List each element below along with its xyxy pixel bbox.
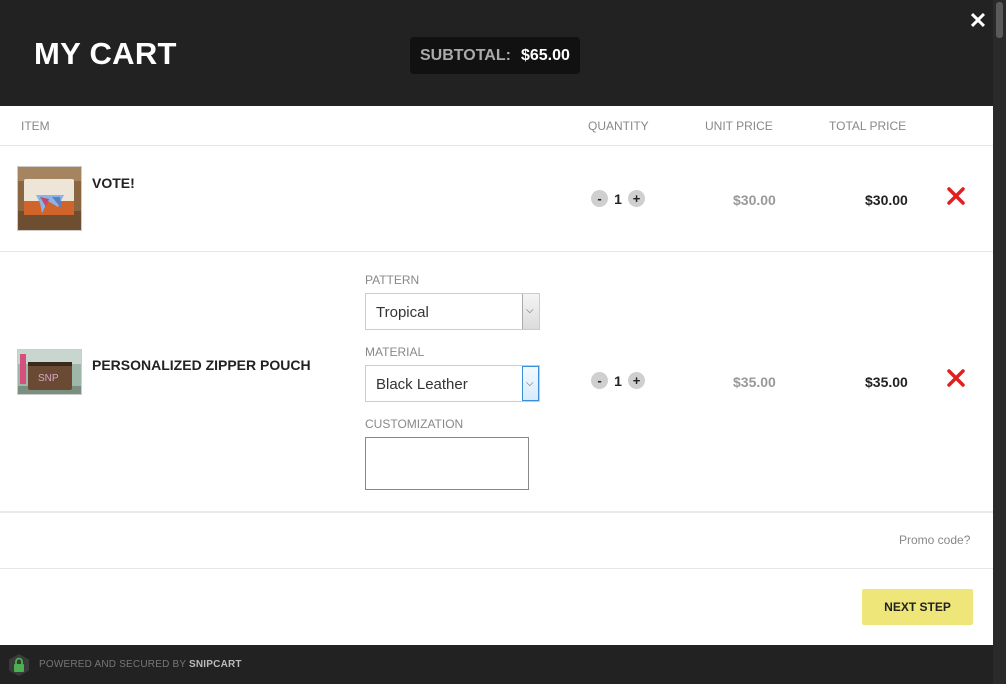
subtotal-label: SUBTOTAL: bbox=[420, 46, 511, 64]
total-price: $30.00 bbox=[865, 192, 908, 208]
cart-footer: POWERED AND SECURED BY SNIPCART bbox=[0, 645, 993, 684]
quantity-stepper: - 1 + bbox=[591, 190, 645, 207]
remove-icon[interactable] bbox=[947, 187, 965, 205]
remove-icon[interactable] bbox=[947, 369, 965, 387]
divider bbox=[0, 511, 993, 513]
column-header-quantity: QUANTITY bbox=[588, 119, 649, 133]
chevron-down-icon[interactable]: ⌵ bbox=[522, 366, 539, 401]
increase-quantity-button[interactable]: + bbox=[628, 372, 645, 389]
pattern-select[interactable]: Tropical ⌵ bbox=[365, 293, 540, 330]
close-icon[interactable]: ✕ bbox=[968, 10, 988, 32]
divider bbox=[0, 145, 993, 146]
increase-quantity-button[interactable]: + bbox=[628, 190, 645, 207]
subtotal-value: $65.00 bbox=[520, 46, 570, 64]
column-header-unit-price: UNIT PRICE bbox=[705, 119, 773, 133]
scrollbar[interactable] bbox=[993, 0, 1006, 684]
decrease-quantity-button[interactable]: - bbox=[591, 372, 608, 389]
pattern-selected-value: Tropical bbox=[376, 304, 429, 321]
cart-modal: MY CART SUBTOTAL: $65.00 ✕ ITEM QUANTITY… bbox=[0, 0, 993, 684]
page-title: MY CART bbox=[34, 36, 177, 71]
divider bbox=[0, 568, 993, 569]
column-header-total-price: TOTAL PRICE bbox=[829, 119, 907, 133]
material-selected-value: Black Leather bbox=[376, 376, 468, 393]
material-label: MATERIAL bbox=[365, 345, 425, 359]
item-name: PERSONALIZED ZIPPER POUCH bbox=[92, 357, 311, 373]
cart-header: MY CART SUBTOTAL: $65.00 ✕ bbox=[0, 0, 993, 106]
customization-textarea[interactable] bbox=[365, 437, 529, 490]
promo-code-link[interactable]: Promo code? bbox=[899, 533, 970, 547]
scrollbar-thumb[interactable] bbox=[996, 2, 1003, 38]
product-thumbnail: SNP bbox=[17, 349, 82, 395]
divider bbox=[0, 251, 993, 252]
product-thumbnail bbox=[17, 166, 82, 231]
material-select[interactable]: Black Leather ⌵ bbox=[365, 365, 540, 402]
pattern-label: PATTERN bbox=[365, 273, 420, 287]
unit-price: $35.00 bbox=[733, 374, 776, 390]
item-name: VOTE! bbox=[92, 175, 135, 191]
column-header-item: ITEM bbox=[21, 119, 50, 133]
quantity-value: 1 bbox=[614, 372, 622, 389]
total-price: $35.00 bbox=[865, 374, 908, 390]
quantity-stepper: - 1 + bbox=[591, 372, 645, 389]
chevron-down-icon[interactable]: ⌵ bbox=[522, 294, 539, 329]
powered-label: POWERED AND SECURED BY bbox=[39, 659, 187, 670]
subtotal-badge: SUBTOTAL: $65.00 bbox=[410, 37, 580, 74]
next-step-button[interactable]: NEXT STEP bbox=[862, 589, 973, 625]
snipcart-brand[interactable]: SNIPCART bbox=[189, 659, 242, 670]
lock-icon bbox=[9, 654, 29, 676]
svg-text:SNP: SNP bbox=[38, 373, 59, 384]
decrease-quantity-button[interactable]: - bbox=[591, 190, 608, 207]
quantity-value: 1 bbox=[614, 190, 622, 207]
customization-label: CUSTOMIZATION bbox=[365, 417, 464, 431]
unit-price: $30.00 bbox=[733, 192, 776, 208]
powered-by-text: POWERED AND SECURED BY SNIPCART bbox=[39, 659, 242, 670]
